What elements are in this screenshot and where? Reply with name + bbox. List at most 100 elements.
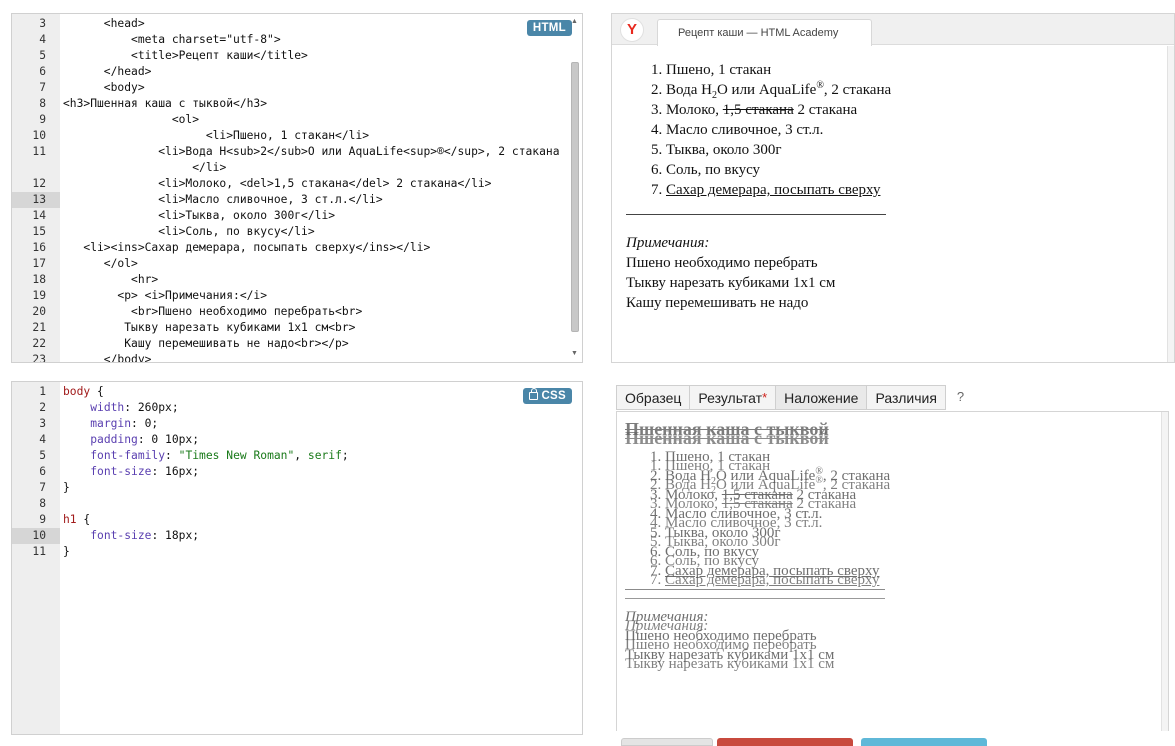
code-text[interactable]: } — [60, 480, 70, 496]
scroll-up-arrow-icon[interactable]: ▲ — [571, 18, 578, 26]
code-line[interactable]: 6 font-size: 16px; — [12, 464, 568, 480]
code-line[interactable]: 6 </head> — [12, 64, 568, 80]
code-text[interactable]: font-family: "Times New Roman", serif; — [60, 448, 349, 464]
code-line[interactable]: 19 <p> <i>Примечания:</i> — [12, 288, 568, 304]
code-text[interactable]: <ol> — [60, 112, 199, 128]
code-line[interactable]: 5 <title>Рецепт каши</title> — [12, 48, 568, 64]
code-text[interactable]: <li>Соль, по вкусу</li> — [60, 224, 314, 240]
code-text[interactable]: <li><ins>Сахар демерара, посыпать сверху… — [60, 240, 430, 256]
code-line[interactable]: 1 body { — [12, 384, 568, 400]
code-line[interactable]: 7} — [12, 480, 568, 496]
list-item: Пшено, 1 стакан — [666, 60, 906, 80]
preview-scrollbar[interactable] — [1167, 46, 1174, 362]
code-line[interactable]: 17 </ol> — [12, 256, 568, 272]
code-line[interactable]: 3 <head> — [12, 16, 568, 32]
code-line[interactable]: 11} — [12, 544, 568, 560]
code-line[interactable]: 9 <ol> — [12, 112, 568, 128]
line-number: 13 — [12, 192, 60, 208]
line-number: 8 — [39, 497, 46, 510]
code-text[interactable]: Кашу перемешивать не надо<br></p> — [60, 336, 348, 352]
code-text[interactable]: <li>Вода H<sub>2</sub>O или AquaLife<sup… — [60, 144, 559, 176]
code-text[interactable]: <meta charset="utf-8"> — [60, 32, 281, 48]
code-text[interactable]: font-size: 18px; — [60, 528, 199, 544]
code-text[interactable]: </head> — [60, 64, 152, 80]
scroll-down-arrow-icon[interactable]: ▼ — [571, 350, 578, 358]
code-text[interactable]: width: 260px; — [60, 400, 178, 416]
code-line[interactable]: 7 <body> — [12, 80, 568, 96]
code-text[interactable]: <p> <i>Примечания:</i> — [60, 288, 267, 304]
code-text[interactable]: Тыкву нарезать кубиками 1х1 см<br> — [60, 320, 355, 336]
code-line[interactable]: 23 </body> — [12, 352, 568, 362]
code-text[interactable]: margin: 0; — [60, 416, 158, 432]
code-text[interactable]: <title>Рецепт каши</title> — [60, 48, 308, 64]
code-text[interactable]: </body> — [60, 352, 152, 362]
code-line[interactable]: 15 <li>Соль, по вкусу</li> — [12, 224, 568, 240]
css-code-lines[interactable]: 1 body {2 width: 260px; 3 margin: 0; 4 padd… — [12, 384, 568, 560]
line-number: 9 — [39, 513, 46, 526]
code-text[interactable]: <li>Масло сливочное, 3 ст.л.</li> — [60, 192, 382, 208]
html-code-lines[interactable]: 3 <head> 4 <meta charset="utf-8"> 5 <title… — [12, 16, 568, 362]
deleted-text: 1,5 стакана — [722, 102, 794, 118]
code-line[interactable]: 13 <li>Масло сливочное, 3 ст.л.</li> — [12, 192, 568, 208]
notes-title: Примечания: — [625, 618, 709, 634]
code-line[interactable]: 4 <meta charset="utf-8"> — [12, 32, 568, 48]
list-item: Сахар демерара, посыпать сверху — [665, 571, 905, 590]
code-text[interactable]: padding: 0 10px; — [60, 432, 199, 448]
browser-preview: Y Рецепт каши — HTML Academy Пшено, 1 ст… — [611, 13, 1175, 363]
list-item: Вода H2O или AquaLife®, 2 стакана — [665, 476, 905, 496]
code-text[interactable] — [60, 496, 63, 512]
code-line[interactable]: 14 <li>Тыква, около 300г</li> — [12, 208, 568, 224]
code-text[interactable]: <li>Пшено, 1 стакан</li> — [60, 128, 369, 144]
code-line[interactable]: 3 margin: 0; — [12, 416, 568, 432]
help-icon[interactable]: ? — [957, 385, 964, 411]
code-line[interactable]: 4 padding: 0 10px; — [12, 432, 568, 448]
line-number: 6 — [39, 65, 46, 78]
tab-result[interactable]: Результат* — [689, 385, 777, 410]
tab-overlay[interactable]: Наложение — [775, 385, 868, 410]
code-text[interactable]: body { — [60, 384, 104, 400]
code-line[interactable]: 21 Тыкву нарезать кубиками 1х1 см<br> — [12, 320, 568, 336]
code-text[interactable]: <body> — [60, 80, 145, 96]
list-item: Пшено, 1 стакан — [665, 457, 905, 476]
code-line[interactable]: 2 width: 260px; — [12, 400, 568, 416]
bottom-button-blue[interactable] — [861, 738, 987, 746]
code-text[interactable]: <head> — [60, 16, 145, 32]
bottom-button-red[interactable] — [717, 738, 853, 746]
css-badge-label: CSS — [541, 390, 566, 402]
code-line[interactable]: 9 h1 { — [12, 512, 568, 528]
code-token: "Times New Roman" — [178, 449, 295, 462]
line-number: 17 — [32, 257, 46, 270]
tab-sample[interactable]: Образец — [616, 385, 691, 410]
html-editor-scrollbar[interactable]: ▲ ▼ — [570, 18, 580, 358]
code-line[interactable]: 20 <br>Пшено необходимо перебрать<br> — [12, 304, 568, 320]
html-editor[interactable]: 3 <head> 4 <meta charset="utf-8"> 5 <title… — [11, 13, 583, 363]
code-token: padding — [90, 433, 138, 446]
code-text[interactable]: <li>Тыква, около 300г</li> — [60, 208, 335, 224]
code-line[interactable]: 8 <h3>Пшенная каша с тыквой</h3> — [12, 96, 568, 112]
code-line[interactable]: 10 <li>Пшено, 1 стакан</li> — [12, 128, 568, 144]
code-line[interactable]: 22 Кашу перемешивать не надо<br></p> — [12, 336, 568, 352]
divider — [626, 214, 886, 215]
code-line[interactable]: 10 font-size: 18px; — [12, 528, 568, 544]
code-text[interactable]: <br>Пшено необходимо перебрать<br> — [60, 304, 362, 320]
browser-tab[interactable]: Рецепт каши — HTML Academy — [657, 19, 872, 46]
code-line[interactable]: 8 — [12, 496, 568, 512]
code-line[interactable]: 18 <hr> — [12, 272, 568, 288]
code-text[interactable]: <hr> — [60, 272, 158, 288]
code-text[interactable]: <h3>Пшенная каша с тыквой</h3> — [60, 96, 267, 112]
code-line[interactable]: 5 font-family: "Times New Roman", serif; — [12, 448, 568, 464]
html-scrollbar-thumb[interactable] — [571, 62, 579, 332]
compare-scrollbar[interactable] — [1161, 412, 1168, 731]
code-text[interactable]: h1 { — [60, 512, 90, 528]
code-text[interactable]: } — [60, 544, 70, 560]
css-editor[interactable]: 1 body {2 width: 260px; 3 margin: 0; 4 padd… — [11, 381, 583, 735]
code-line[interactable]: 16 <li><ins>Сахар демерара, посыпать све… — [12, 240, 568, 256]
bottom-button-left[interactable] — [621, 738, 713, 746]
tab-diff[interactable]: Различия — [866, 385, 946, 410]
code-line[interactable]: 12 <li>Молоко, <del>1,5 стакана</del> 2 … — [12, 176, 568, 192]
list-item: Вода H2O или AquaLife®, 2 стакана — [666, 80, 906, 101]
code-text[interactable]: <li>Молоко, <del>1,5 стакана</del> 2 ста… — [60, 176, 491, 192]
code-text[interactable]: </ol> — [60, 256, 138, 272]
code-line[interactable]: 11 <li>Вода H<sub>2</sub>O или AquaLife<… — [12, 144, 568, 176]
code-text[interactable]: font-size: 16px; — [60, 464, 199, 480]
